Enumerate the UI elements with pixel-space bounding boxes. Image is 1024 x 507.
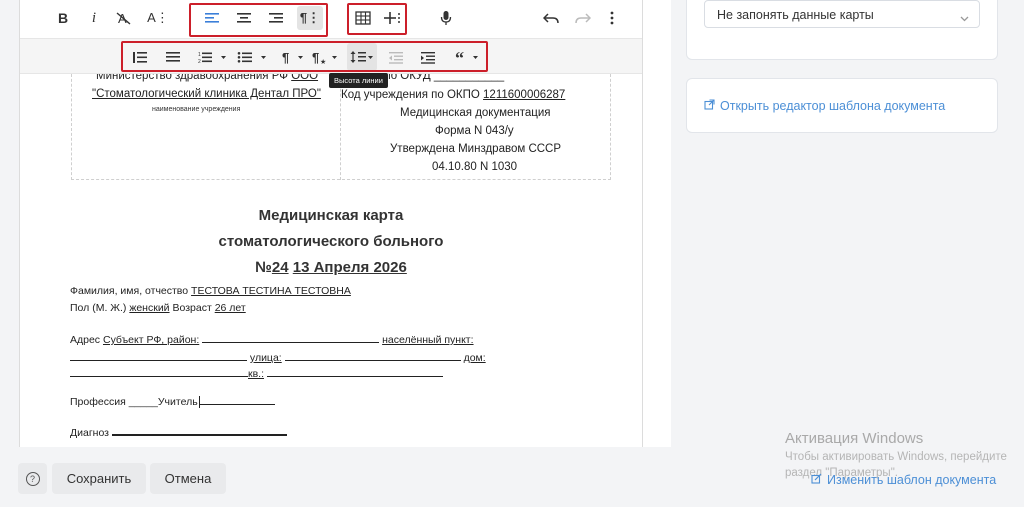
- form-line: Форма N 043/у: [435, 125, 514, 137]
- med-docs-line: Медицинская документация: [400, 107, 551, 119]
- toolbar-row-1: B i A A⋮ ¶⋮: [20, 0, 642, 37]
- clinic-name: "Стоматологический клиника Дентал ПРО": [92, 88, 321, 100]
- redo-icon[interactable]: [573, 4, 593, 32]
- windows-activation-line1: Чтобы активировать Windows, перейдите: [785, 451, 1007, 463]
- address-line-1: Адрес Субъект РФ, район: населённый пунк…: [70, 334, 474, 346]
- edit-icon: [811, 473, 822, 487]
- windows-activation-title: Активация Windows: [785, 430, 924, 447]
- okpo-line: Код учреждения по ОКПО 1211600006287: [341, 89, 566, 101]
- italic-button[interactable]: i: [87, 4, 101, 32]
- clear-format-icon[interactable]: A: [114, 4, 134, 32]
- change-template-link[interactable]: Изменить шаблон документа: [811, 473, 996, 487]
- toolbar-row-2: 12 ¶ ¶ ★ “: [20, 38, 642, 74]
- change-template-label: Изменить шаблон документа: [827, 473, 997, 487]
- more-options-icon[interactable]: [605, 4, 619, 32]
- fio-line: Фамилия, имя, отчество ТЕСТОВА ТЕСТИНА Т…: [70, 285, 351, 297]
- card-data-select-value: Не запонять данные карты: [717, 8, 874, 22]
- cancel-button[interactable]: Отмена: [150, 463, 226, 494]
- card-data-select[interactable]: Не запонять данные карты: [704, 0, 980, 28]
- doc-title-number: №24 13 Апреля 2026: [255, 259, 407, 276]
- highlight-insert-group: [347, 3, 407, 35]
- approved-date-line: 04.10.80 N 1030: [432, 161, 518, 173]
- highlight-align-group: [189, 3, 328, 37]
- external-link-icon: [704, 99, 715, 113]
- clinic-caption: наименование учреждения: [152, 106, 241, 113]
- open-template-editor-label: Открыть редактор шаблона документа: [720, 99, 946, 113]
- line-height-tooltip: Высота линии: [329, 73, 388, 88]
- undo-icon[interactable]: [541, 4, 561, 32]
- save-button[interactable]: Сохранить: [52, 463, 146, 494]
- diagnosis-line: Диагноз: [70, 425, 287, 439]
- approved-line: Утверждена Минздравом СССР: [390, 143, 562, 155]
- profession-line: Профессия _____Учитель: [70, 394, 275, 408]
- doc-title-line2: стоматологического больного: [218, 233, 444, 250]
- open-template-editor-link[interactable]: Открыть редактор шаблона документа: [704, 99, 945, 113]
- address-line-3: кв.:: [70, 366, 443, 380]
- microphone-icon[interactable]: [436, 4, 456, 32]
- address-line-2: улица: дом:: [70, 350, 486, 364]
- ministry-line: Министерство здравоохранения РФ ООО: [96, 74, 319, 82]
- gender-age-line: Пол (М. Ж.) женский Возраст 26 лет: [70, 302, 246, 314]
- chevron-down-icon: [960, 11, 969, 25]
- doc-title-line1: Медицинская карта: [258, 207, 404, 224]
- help-button[interactable]: ?: [18, 463, 47, 494]
- document-page[interactable]: Министерство здравоохранения РФ ООО "Сто…: [20, 74, 642, 447]
- bold-button[interactable]: B: [54, 4, 72, 32]
- help-icon: ?: [25, 471, 40, 486]
- font-size-button[interactable]: A⋮: [147, 4, 169, 32]
- okud-line: ы по ОКУД ___________: [373, 74, 505, 82]
- highlight-paragraph-group: [121, 41, 488, 72]
